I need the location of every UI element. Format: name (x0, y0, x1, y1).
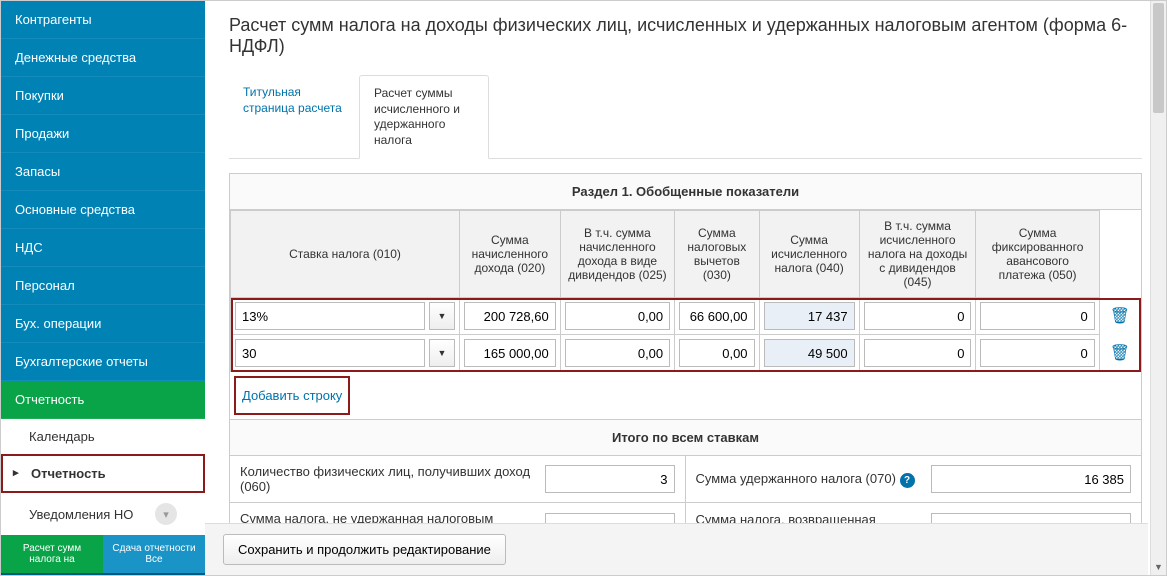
totals-title: Итого по всем ставкам (230, 419, 1141, 456)
scroll-down-icon[interactable]: ▼ (1151, 559, 1166, 575)
col-030: Сумма налоговых вычетов (030) (675, 211, 759, 298)
scrollbar[interactable]: ▲ ▼ (1150, 1, 1166, 575)
table-row: ▼ 🗑 (231, 298, 1141, 335)
section-1: Раздел 1. Обобщенные показатели Ставка н… (229, 173, 1142, 553)
totals-row-1: Количество физических лиц, получивших до… (230, 456, 1141, 503)
input-030[interactable] (679, 339, 754, 367)
scroll-thumb[interactable] (1153, 3, 1164, 113)
label-060: Количество физических лиц, получивших до… (240, 464, 539, 494)
nav-counterparties[interactable]: Контрагенты (1, 1, 205, 39)
worktab-submit-all[interactable]: Сдача отчетности Все (103, 535, 205, 573)
nav-reporting[interactable]: Отчетность (1, 381, 205, 419)
trash-icon[interactable]: 🗑 (1104, 339, 1136, 368)
col-020: Сумма начисленного дохода (020) (460, 211, 561, 298)
subnav-notifications-label: Уведомления НО (29, 507, 133, 522)
subnav-notifications[interactable]: Уведомления НО ▾ (1, 493, 205, 535)
input-045[interactable] (864, 302, 972, 330)
input-030[interactable] (679, 302, 754, 330)
page-tabs: Титульная страница расчета Расчет суммы … (229, 75, 1142, 159)
input-070[interactable] (931, 465, 1131, 493)
subnav: Календарь Отчетность Уведомления НО ▾ (1, 419, 205, 535)
bottom-tabs: Расчет сумм налога на Сдача отчетности В… (1, 535, 205, 576)
sidebar: Контрагенты Денежные средства Покупки Пр… (1, 1, 205, 575)
rate-input[interactable] (235, 339, 425, 367)
nav-vat[interactable]: НДС (1, 229, 205, 267)
content: Расчет сумм налога на доходы физических … (205, 1, 1166, 575)
input-025[interactable] (565, 302, 670, 330)
nav-stocks[interactable]: Запасы (1, 153, 205, 191)
save-bar: Сохранить и продолжить редактирование (205, 523, 1148, 575)
input-045[interactable] (864, 339, 972, 367)
input-040[interactable] (764, 302, 855, 330)
tab-calc-page[interactable]: Расчет суммы исчисленного и удержанного … (359, 75, 489, 159)
nav-purchases[interactable]: Покупки (1, 77, 205, 115)
input-060[interactable] (545, 465, 675, 493)
col-045: В т.ч. сумма исчисленного налога на дохо… (859, 211, 976, 298)
col-040: Сумма исчисленного налога (040) (759, 211, 859, 298)
nav-cash[interactable]: Денежные средства (1, 39, 205, 77)
nav-acc-operations[interactable]: Бух. операции (1, 305, 205, 343)
col-010: Ставка налога (010) (231, 211, 460, 298)
rate-input[interactable] (235, 302, 425, 330)
nav-acc-reports[interactable]: Бухгалтерские отчеты (1, 343, 205, 381)
col-050: Сумма фиксированного авансового платежа … (976, 211, 1099, 298)
worktab-tax-calc[interactable]: Расчет сумм налога на (1, 535, 103, 573)
page-title: Расчет сумм налога на доходы физических … (229, 15, 1142, 57)
expand-icon[interactable]: ▾ (155, 503, 177, 525)
section-1-title: Раздел 1. Обобщенные показатели (230, 174, 1141, 210)
rate-dropdown[interactable]: ▼ (429, 339, 455, 367)
section-1-table: Ставка налога (010) Сумма начисленного д… (230, 210, 1141, 372)
add-row-link[interactable]: Добавить строку (234, 376, 350, 415)
table-row: ▼ 🗑 (231, 335, 1141, 372)
input-020[interactable] (464, 339, 556, 367)
input-040[interactable] (764, 339, 855, 367)
nav-fixed-assets[interactable]: Основные средства (1, 191, 205, 229)
tab-title-page[interactable]: Титульная страница расчета (229, 75, 359, 158)
input-020[interactable] (464, 302, 556, 330)
input-050[interactable] (980, 302, 1094, 330)
nav-personnel[interactable]: Персонал (1, 267, 205, 305)
trash-icon[interactable]: 🗑 (1104, 302, 1136, 331)
input-050[interactable] (980, 339, 1094, 367)
subnav-calendar[interactable]: Календарь (1, 419, 205, 454)
help-icon[interactable]: ? (900, 473, 915, 488)
save-continue-button[interactable]: Сохранить и продолжить редактирование (223, 534, 506, 565)
input-025[interactable] (565, 339, 670, 367)
nav-sales[interactable]: Продажи (1, 115, 205, 153)
col-025: В т.ч. сумма начисленного дохода в виде … (560, 211, 674, 298)
subnav-reporting[interactable]: Отчетность (1, 454, 205, 493)
label-070: Сумма удержанного налога (070) ? (696, 471, 926, 488)
rate-dropdown[interactable]: ▼ (429, 302, 455, 330)
